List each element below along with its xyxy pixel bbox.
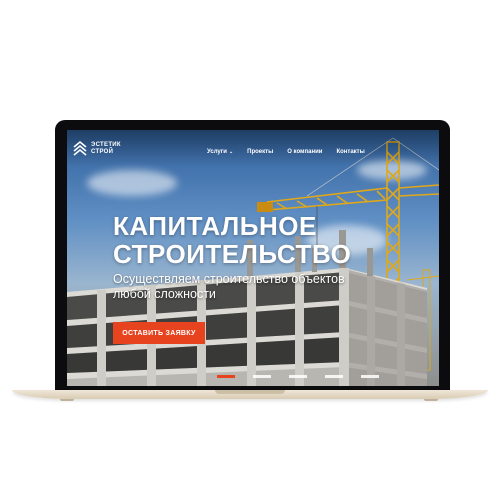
site-header: ЭСТЕТИК СТРОЙ Услуги ⌄ Проекты О компани… — [67, 130, 439, 166]
slider-dot[interactable] — [325, 375, 343, 378]
laptop-foot — [424, 399, 438, 401]
main-nav: Услуги ⌄ Проекты О компании Контакты — [207, 149, 365, 155]
hero-title-line1: КАПИТАЛЬНОЕ — [113, 211, 317, 241]
nav-item-label: О компании — [287, 149, 323, 155]
slider-dot[interactable] — [361, 375, 379, 378]
logo-line2: СТРОЙ — [91, 149, 114, 155]
nav-item-label: Проекты — [247, 149, 274, 155]
slider-pagination — [217, 375, 379, 378]
nav-item-label: Услуги — [207, 149, 227, 155]
slider-dot[interactable] — [253, 375, 271, 378]
logo-line1: ЭСТЕТИК — [91, 142, 121, 148]
hero-subtitle: Осуществляем строительство объектов любо… — [113, 272, 345, 301]
chevron-down-icon: ⌄ — [228, 149, 234, 155]
nav-item-projects[interactable]: Проекты — [247, 149, 273, 155]
slider-dot[interactable] — [289, 375, 307, 378]
request-button[interactable]: ОСТАВИТЬ ЗАЯВКУ — [113, 322, 205, 344]
laptop-notch — [215, 390, 285, 394]
slider-dot[interactable] — [217, 375, 235, 378]
nav-item-label: Контакты — [336, 149, 365, 155]
hero-title: КАПИТАЛЬНОЕ СТРОИТЕЛЬСТВО — [113, 212, 351, 268]
hero-title-line2: СТРОИТЕЛЬСТВО — [113, 239, 352, 269]
logo-text: ЭСТЕТИК СТРОЙ — [91, 142, 121, 156]
nav-item-contacts[interactable]: Контакты — [336, 149, 364, 155]
stairs-logo-icon — [73, 140, 87, 156]
nav-item-services[interactable]: Услуги ⌄ — [207, 149, 233, 155]
laptop-screen: ЭСТЕТИК СТРОЙ Услуги ⌄ Проекты О компани… — [67, 130, 439, 386]
nav-item-about[interactable]: О компании — [287, 149, 322, 155]
laptop-foot — [60, 399, 74, 401]
site-logo[interactable]: ЭСТЕТИК СТРОЙ — [73, 140, 121, 158]
